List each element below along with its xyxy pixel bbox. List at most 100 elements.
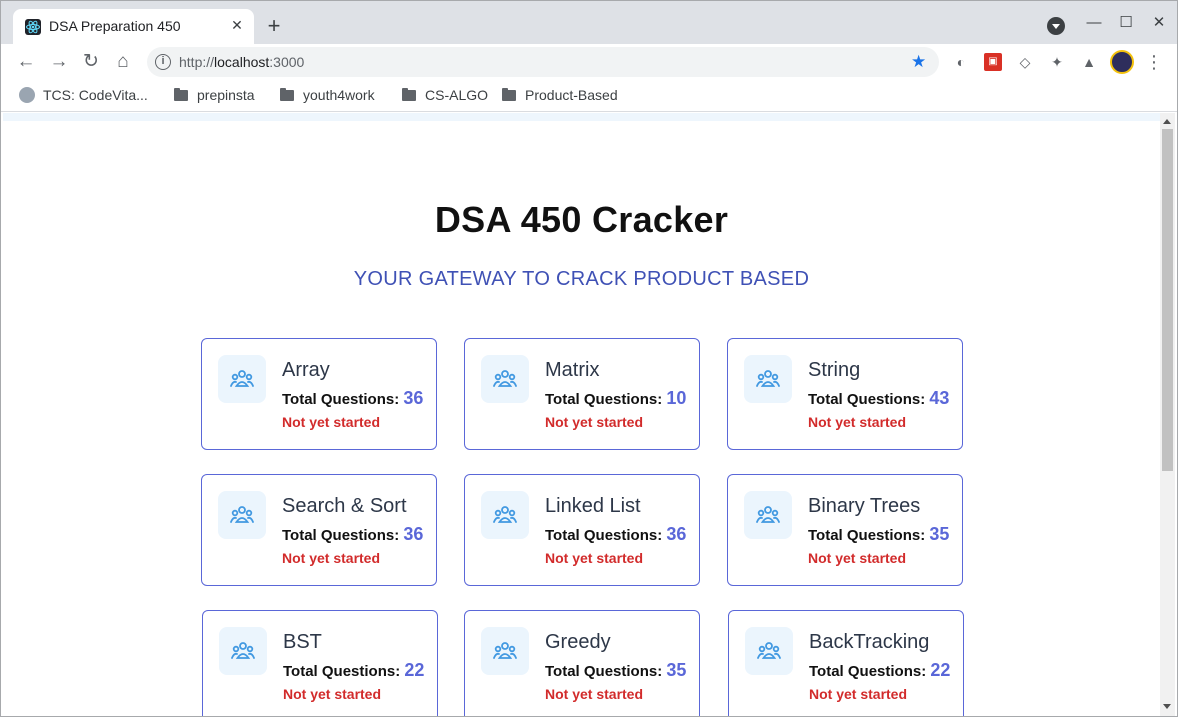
bookmarks-bar: TCS: CodeVita... prepinsta youth4work CS…: [1, 79, 1177, 112]
diamond-extension-icon[interactable]: ◇: [1016, 53, 1034, 71]
folder-icon: [280, 88, 294, 101]
bookmark-folder-product-based[interactable]: Product-Based: [502, 86, 618, 104]
tab-search-icon[interactable]: [1047, 17, 1065, 35]
home-icon[interactable]: ⌂: [110, 49, 136, 75]
topic-name: Binary Trees: [808, 495, 921, 517]
total-questions: Total Questions: 22: [283, 660, 425, 680]
top-strip: [3, 113, 1160, 121]
dark-mode-extension-icon[interactable]: ◐: [952, 53, 970, 71]
topic-name: Matrix: [545, 359, 600, 381]
question-count: 22: [404, 660, 425, 680]
users-icon: [744, 491, 792, 539]
reload-icon[interactable]: ↻: [78, 49, 104, 75]
topic-name: Linked List: [545, 495, 641, 517]
bookmark-folder-youth4work[interactable]: youth4work: [280, 86, 375, 104]
page-title: DSA 450 Cracker: [434, 199, 729, 240]
total-questions: Total Questions: 22: [809, 660, 951, 680]
topic-card-binary-trees[interactable]: Binary Trees Total Questions: 35 Not yet…: [727, 474, 963, 586]
total-questions: Total Questions: 36: [282, 388, 424, 408]
browser-menu-icon[interactable]: ⋮: [1145, 50, 1163, 74]
users-icon: [481, 491, 529, 539]
topic-card-search-sort[interactable]: Search & Sort Total Questions: 36 Not ye…: [201, 474, 437, 586]
total-questions: Total Questions: 35: [545, 660, 687, 680]
tab-strip: DSA Preparation 450 ✕ + — ☐ ✕: [1, 1, 1177, 44]
topic-card-bst[interactable]: BST Total Questions: 22 Not yet started: [202, 610, 438, 716]
total-questions: Total Questions: 43: [808, 388, 950, 408]
site-info-icon[interactable]: i: [155, 54, 171, 70]
profile-avatar[interactable]: [1110, 50, 1134, 74]
question-count: 36: [403, 388, 424, 408]
folder-icon: [502, 88, 516, 101]
topic-card-matrix[interactable]: Matrix Total Questions: 10 Not yet start…: [464, 338, 700, 450]
scroll-thumb[interactable]: [1162, 129, 1173, 471]
progress-status: Not yet started: [808, 550, 907, 566]
labs-flask-icon[interactable]: ▲: [1080, 53, 1098, 71]
maximize-icon[interactable]: ☐: [1116, 13, 1136, 33]
page-subtitle: YOUR GATEWAY TO CRACK PRODUCT BASED: [353, 268, 810, 290]
scroll-up-arrow-icon[interactable]: [1163, 119, 1171, 124]
users-icon: [219, 627, 267, 675]
users-icon: [218, 355, 266, 403]
tab-active[interactable]: DSA Preparation 450 ✕: [13, 9, 254, 44]
total-questions: Total Questions: 35: [808, 524, 950, 544]
extensions-puzzle-icon[interactable]: ✦: [1048, 53, 1066, 71]
question-count: 35: [666, 660, 687, 680]
progress-status: Not yet started: [808, 414, 907, 430]
bookmark-label: CS-ALGO: [425, 87, 489, 103]
page-scrollbar[interactable]: [1160, 113, 1175, 716]
total-questions: Total Questions: 36: [282, 524, 424, 544]
progress-status: Not yet started: [282, 550, 381, 566]
minimize-icon[interactable]: —: [1084, 13, 1104, 33]
codevita-favicon-icon: [19, 87, 35, 103]
bookmark-label: youth4work: [303, 87, 375, 103]
bookmark-label: TCS: CodeVita...: [43, 87, 148, 103]
forward-arrow-icon[interactable]: →: [46, 49, 72, 75]
bookmark-codevita[interactable]: TCS: CodeVita...: [19, 86, 148, 104]
users-icon: [218, 491, 266, 539]
progress-status: Not yet started: [545, 686, 644, 702]
close-window-icon[interactable]: ✕: [1149, 13, 1169, 33]
users-icon: [481, 355, 529, 403]
question-count: 35: [929, 524, 950, 544]
bookmark-star-icon[interactable]: ★: [911, 52, 926, 72]
browser-window: DSA Preparation 450 ✕ + — ☐ ✕ ← → ↻ ⌂ i …: [0, 0, 1178, 717]
progress-status: Not yet started: [282, 414, 381, 430]
new-tab-button[interactable]: +: [263, 15, 285, 37]
bookmark-folder-cs-algo[interactable]: CS-ALGO: [402, 86, 488, 104]
scroll-down-arrow-icon[interactable]: [1163, 704, 1171, 709]
react-favicon-icon: [25, 19, 41, 35]
users-icon: [481, 627, 529, 675]
total-questions: Total Questions: 36: [545, 524, 687, 544]
tab-close-icon[interactable]: ✕: [227, 15, 247, 35]
question-count: 36: [403, 524, 424, 544]
users-icon: [745, 627, 793, 675]
question-count: 22: [930, 660, 951, 680]
url-text[interactable]: http://localhost:3000: [179, 54, 304, 70]
address-bar[interactable]: i http://localhost:3000 ★: [147, 47, 939, 77]
question-count: 10: [666, 388, 687, 408]
folder-icon: [402, 88, 416, 101]
progress-status: Not yet started: [809, 686, 908, 702]
topic-name: Search & Sort: [282, 495, 407, 517]
progress-status: Not yet started: [545, 550, 644, 566]
browser-toolbar: ← → ↻ ⌂ i http://localhost:3000 ★ ◐ ▣ ◇ …: [1, 44, 1177, 79]
total-questions: Total Questions: 10: [545, 388, 687, 408]
topic-card-string[interactable]: String Total Questions: 43 Not yet start…: [727, 338, 963, 450]
topic-card-linked-list[interactable]: Linked List Total Questions: 36 Not yet …: [464, 474, 700, 586]
bookmark-label: prepinsta: [197, 87, 255, 103]
tab-title: DSA Preparation 450: [49, 18, 181, 34]
topic-card-backtracking[interactable]: BackTracking Total Questions: 22 Not yet…: [728, 610, 964, 716]
progress-status: Not yet started: [283, 686, 382, 702]
topic-card-greedy[interactable]: Greedy Total Questions: 35 Not yet start…: [464, 610, 700, 716]
progress-status: Not yet started: [545, 414, 644, 430]
bookmark-label: Product-Based: [525, 87, 618, 103]
topic-name: String: [808, 359, 861, 381]
bookmark-folder-prepinsta[interactable]: prepinsta: [174, 86, 255, 104]
folder-icon: [174, 88, 188, 101]
topic-name: BST: [283, 631, 322, 653]
page-viewport: DSA 450 Cracker YOUR GATEWAY TO CRACK PR…: [3, 113, 1160, 716]
red-extension-icon[interactable]: ▣: [984, 53, 1002, 71]
topic-name: Greedy: [545, 631, 611, 653]
topic-card-array[interactable]: Array Total Questions: 36 Not yet starte…: [201, 338, 437, 450]
back-arrow-icon[interactable]: ←: [13, 49, 39, 75]
